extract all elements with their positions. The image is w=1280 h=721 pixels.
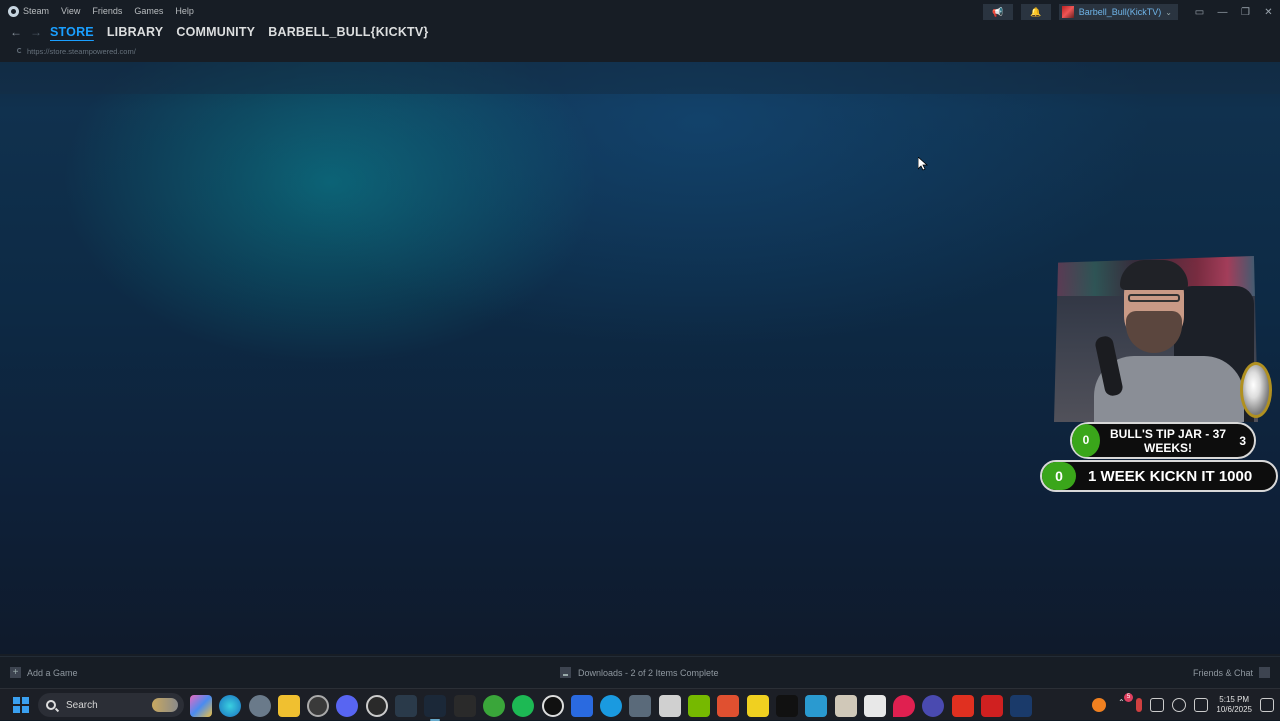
obs-icon[interactable] xyxy=(307,695,330,717)
chat-icon xyxy=(1259,667,1270,678)
circle-app-icon[interactable] xyxy=(541,695,564,717)
add-game-button[interactable]: + Add a Game xyxy=(10,667,78,678)
xbox-icon[interactable] xyxy=(482,695,505,717)
chevron-down-icon: ⌄ xyxy=(1165,7,1172,17)
nav-profile[interactable]: BARBELL_BULL{KICKTV} xyxy=(268,25,428,39)
store-app-icon[interactable] xyxy=(863,695,886,717)
taskbar-search[interactable]: Search xyxy=(38,693,184,717)
discord-icon[interactable] xyxy=(336,695,359,717)
taskbar-clock[interactable]: 5:15 PM 10/6/2025 xyxy=(1216,695,1252,715)
dark-app-icon[interactable] xyxy=(1010,695,1033,717)
clock-app-icon[interactable] xyxy=(365,695,388,717)
red-app-icon[interactable] xyxy=(717,695,740,717)
system-tray: ⌃ 5:15 PM 10/6/2025 xyxy=(1092,689,1280,721)
notifications-button[interactable]: 🔔 xyxy=(1020,4,1051,20)
copilot-icon[interactable] xyxy=(190,695,212,717)
network-icon[interactable] xyxy=(1150,698,1165,712)
loading-spinner-icon xyxy=(17,48,22,53)
clock-date: 10/6/2025 xyxy=(1216,705,1252,714)
notepad-icon[interactable] xyxy=(658,695,681,717)
downloads-label: Downloads - 2 of 2 Items Complete xyxy=(578,667,719,678)
maximize-icon[interactable]: ❐ xyxy=(1234,7,1257,18)
nav-community[interactable]: COMMUNITY xyxy=(176,25,255,39)
battery-icon[interactable] xyxy=(1194,698,1209,712)
megaphone-icon: 📢 xyxy=(992,6,1004,17)
steam-taskbar-icon[interactable] xyxy=(424,695,447,721)
edge-icon[interactable] xyxy=(219,695,242,717)
download-icon xyxy=(560,667,571,678)
account-name: Barbell_Bull(KickTV) xyxy=(1078,7,1162,17)
menu-friends[interactable]: Friends xyxy=(92,6,122,16)
close-icon[interactable]: ✕ xyxy=(1257,7,1280,18)
star-app-icon[interactable] xyxy=(951,695,974,717)
calculator-icon[interactable] xyxy=(629,695,652,717)
nav-bar: ← → STORE LIBRARY COMMUNITY BARBELL_BULL… xyxy=(0,22,1280,42)
flame-app-icon[interactable] xyxy=(981,695,1004,717)
goal-text: 1 WEEK KICKN IT 1000 xyxy=(1088,468,1253,485)
microphone-icon[interactable] xyxy=(1136,698,1143,712)
plus-icon: + xyxy=(10,667,21,678)
search-label: Search xyxy=(66,699,98,711)
bottom-bar: + Add a Game Downloads - 2 of 2 Items Co… xyxy=(0,656,1280,688)
notification-center-icon[interactable] xyxy=(1260,698,1274,712)
teal-app-icon[interactable] xyxy=(805,695,828,717)
search-icon xyxy=(46,700,56,710)
back-arrow-icon[interactable]: ← xyxy=(10,25,30,39)
davinci-icon[interactable] xyxy=(395,695,418,717)
glasses xyxy=(1128,294,1180,302)
store-header-band xyxy=(0,62,1280,94)
add-game-label: Add a Game xyxy=(27,667,78,678)
location-app-icon[interactable] xyxy=(893,695,916,717)
bag-app-icon[interactable] xyxy=(834,695,857,717)
steam-window: Steam View Friends Games Help 📢 🔔 Barbel… xyxy=(0,0,1280,688)
sticky-notes-icon[interactable] xyxy=(746,695,769,717)
search-highlight-icon xyxy=(152,698,178,712)
avatar xyxy=(1061,6,1074,18)
goal-count: 0 xyxy=(1042,462,1076,490)
webcam-feed xyxy=(1054,256,1258,422)
announcements-button[interactable]: 📢 xyxy=(982,4,1013,20)
blue-app-icon[interactable] xyxy=(600,695,623,717)
taskbar-apps xyxy=(190,695,1040,721)
goal-widget: 0 1 WEEK KICKN IT 1000 xyxy=(1040,460,1278,492)
tip-jar-widget: 0 BULL'S TIP JAR - 37 WEEKS! 3 xyxy=(1070,422,1256,459)
notification-badge: 5 xyxy=(1124,693,1133,702)
menu-view[interactable]: View xyxy=(61,6,80,16)
tip-jar-text: BULL'S TIP JAR - 37 WEEKS! xyxy=(1110,427,1226,455)
top-right-controls: 📢 🔔 Barbell_Bull(KickTV) ⌄ ▭ — ❐ ✕ xyxy=(982,4,1280,20)
beanie xyxy=(1120,260,1188,290)
minimize-icon[interactable]: — xyxy=(1211,7,1234,18)
file-explorer-icon[interactable] xyxy=(277,695,300,717)
friends-chat-button[interactable]: Friends & Chat xyxy=(1193,667,1270,678)
purple-app-icon[interactable] xyxy=(922,695,945,717)
menu-games[interactable]: Games xyxy=(134,6,163,16)
tip-jar-left-count: 0 xyxy=(1072,424,1100,457)
windows-start-icon[interactable] xyxy=(13,697,29,713)
tip-jar-right-count: 3 xyxy=(1239,434,1246,448)
menu-help[interactable]: Help xyxy=(175,6,194,16)
coin-icon xyxy=(1240,362,1272,418)
volume-icon[interactable] xyxy=(1172,698,1187,712)
nav-store[interactable]: STORE xyxy=(50,25,94,39)
spotify-icon[interactable] xyxy=(512,695,535,717)
nav-library[interactable]: LIBRARY xyxy=(107,25,164,39)
nvidia-icon[interactable] xyxy=(688,695,711,717)
stream-overlay: 0 BULL'S TIP JAR - 37 WEEKS! 3 0 1 WEEK … xyxy=(1040,252,1280,494)
windows-taskbar: Search ⌃ 5:15 PM 10/6/2025 5 xyxy=(0,688,1280,721)
tray-app-icon[interactable] xyxy=(1092,698,1107,712)
steam-logo-icon xyxy=(8,5,19,17)
nl-app-icon[interactable] xyxy=(775,695,798,717)
word-app-icon[interactable] xyxy=(570,695,593,717)
account-menu[interactable]: Barbell_Bull(KickTV) ⌄ xyxy=(1058,4,1178,20)
big-picture-icon[interactable]: ▭ xyxy=(1188,7,1211,18)
settings-gear-icon[interactable] xyxy=(248,695,271,717)
forward-arrow-icon[interactable]: → xyxy=(30,25,50,39)
downloads-button[interactable]: Downloads - 2 of 2 Items Complete xyxy=(560,667,719,678)
menu-steam[interactable]: Steam xyxy=(23,6,49,16)
clock-time: 5:15 PM xyxy=(1219,695,1250,704)
bell-icon: 🔔 xyxy=(1030,6,1042,17)
epic-games-icon[interactable] xyxy=(453,695,476,717)
friends-chat-label: Friends & Chat xyxy=(1192,667,1253,678)
url-bar: https://store.steampowered.com/ xyxy=(27,47,136,56)
